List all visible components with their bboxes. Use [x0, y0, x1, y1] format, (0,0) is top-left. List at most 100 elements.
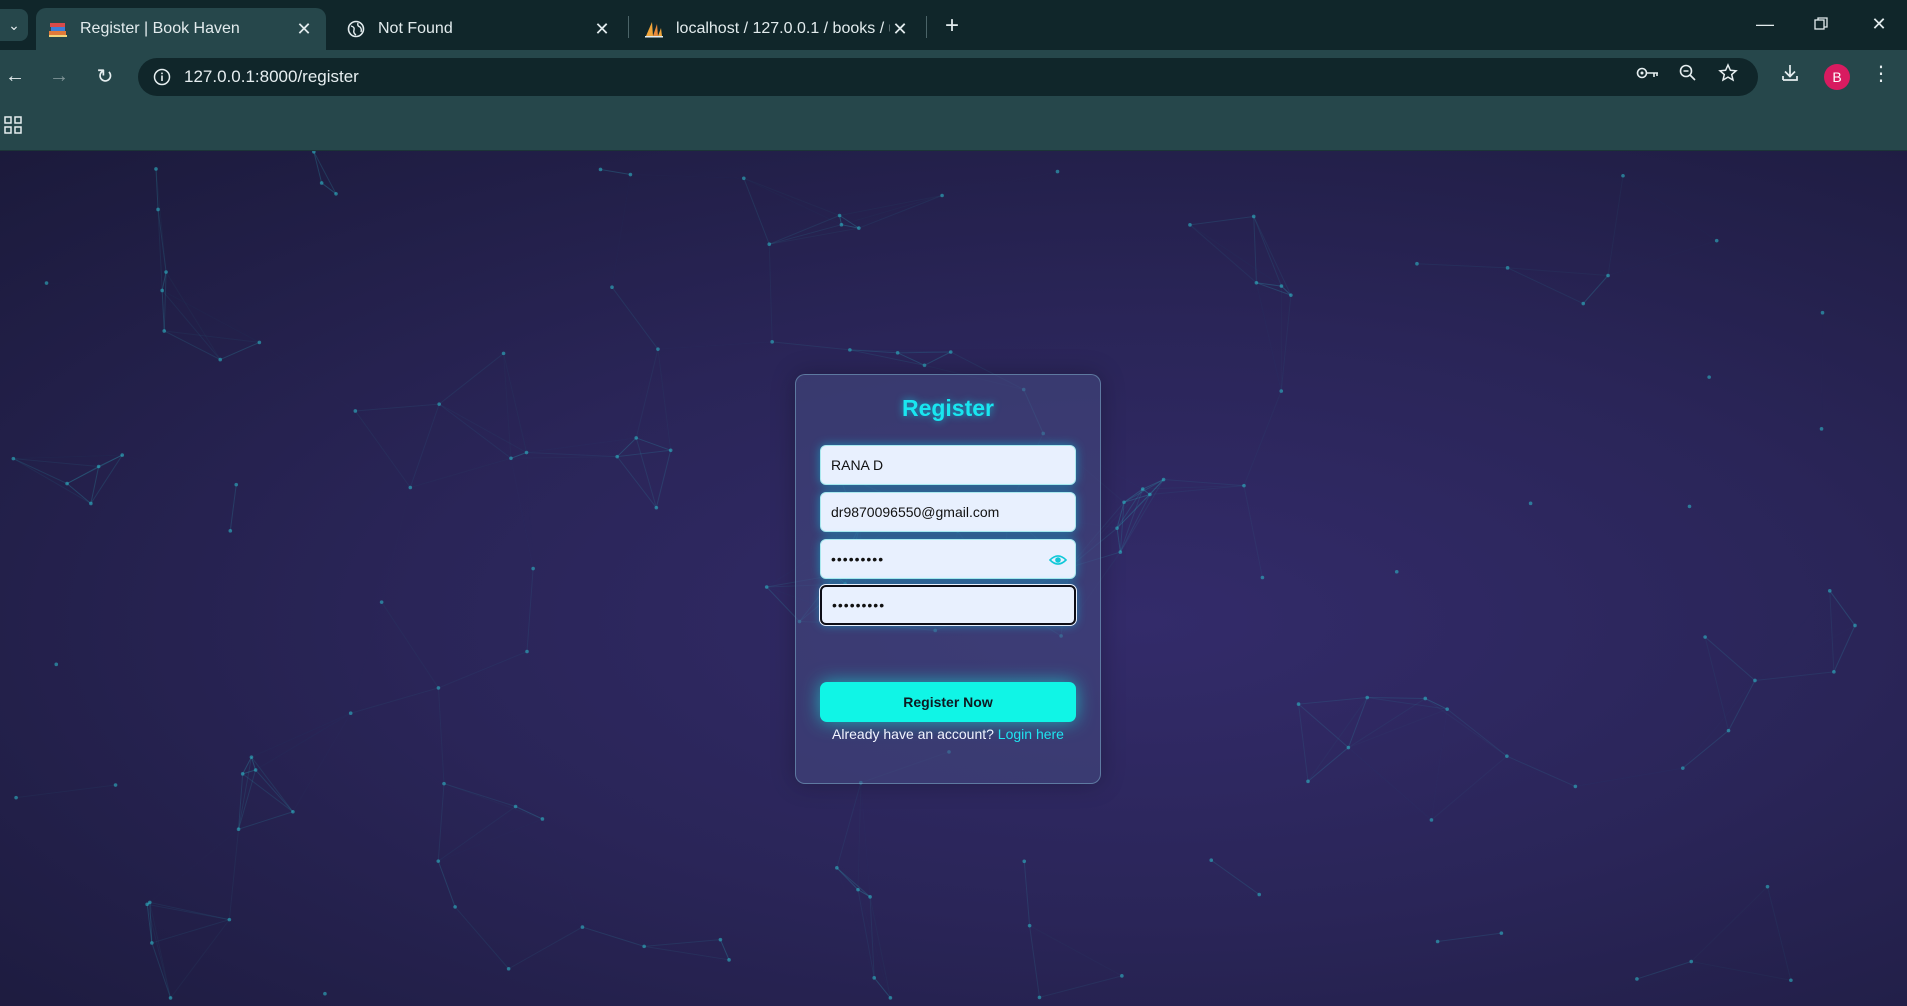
- email-input[interactable]: dr9870096550@gmail.com: [820, 492, 1076, 532]
- apps-grid-icon[interactable]: [4, 116, 22, 134]
- network-node: [96, 464, 101, 469]
- network-link: [582, 926, 645, 947]
- tab-search-button[interactable]: ⌄: [0, 9, 28, 41]
- register-now-button[interactable]: Register Now: [820, 682, 1076, 722]
- network-node: [1789, 978, 1793, 983]
- network-link: [162, 290, 259, 342]
- network-node: [764, 585, 769, 589]
- network-node: [767, 242, 772, 247]
- network-link: [170, 919, 230, 999]
- network-link: [768, 244, 773, 342]
- network-node: [1445, 707, 1450, 711]
- network-link: [1256, 283, 1281, 391]
- network-link: [1280, 295, 1292, 392]
- network-link: [1506, 755, 1576, 787]
- network-node: [1429, 818, 1434, 822]
- network-link: [351, 713, 444, 783]
- network-link: [409, 403, 440, 488]
- close-icon[interactable]: ✕: [592, 19, 612, 39]
- network-node: [162, 329, 167, 333]
- network-node: [506, 966, 511, 971]
- network-link: [146, 904, 172, 999]
- network-node: [727, 958, 731, 962]
- network-node: [436, 686, 441, 690]
- network-node: [1254, 280, 1259, 285]
- network-link: [839, 195, 943, 217]
- login-here-link[interactable]: Login here: [998, 726, 1064, 742]
- network-link: [255, 769, 294, 813]
- network-link: [630, 175, 743, 179]
- network-link: [242, 773, 294, 813]
- network-link: [161, 290, 221, 360]
- network-link: [437, 860, 456, 908]
- network-node: [1606, 273, 1610, 278]
- network-node: [1687, 504, 1692, 509]
- tab-not-found[interactable]: Not Found ✕: [334, 8, 624, 50]
- zoom-button[interactable]: [1673, 58, 1703, 88]
- network-link: [438, 352, 504, 405]
- network-link: [313, 151, 337, 195]
- network-node: [1037, 995, 1042, 1000]
- network-link: [510, 452, 527, 459]
- network-link: [1348, 708, 1448, 749]
- profile-avatar[interactable]: B: [1824, 64, 1850, 90]
- downloads-button[interactable]: [1775, 58, 1805, 88]
- restore-button[interactable]: [1798, 8, 1844, 40]
- network-link: [229, 484, 237, 531]
- star-icon: [1718, 63, 1738, 82]
- network-link: [1728, 680, 1756, 731]
- site-info-icon[interactable]: [150, 65, 174, 89]
- network-link: [1636, 961, 1692, 980]
- network-link: [1163, 479, 1245, 487]
- tab-phpmyadmin[interactable]: localhost / 127.0.0.1 / books / u ✕: [632, 8, 922, 50]
- network-node: [1148, 492, 1152, 497]
- password-key-button[interactable]: [1633, 58, 1663, 88]
- network-node: [628, 172, 633, 177]
- new-tab-button[interactable]: +: [938, 12, 966, 40]
- network-link: [1190, 225, 1281, 286]
- network-link: [438, 403, 512, 459]
- network-node: [1279, 389, 1284, 393]
- network-link: [1253, 216, 1257, 283]
- close-icon[interactable]: ✕: [890, 19, 910, 39]
- network-link: [438, 819, 542, 861]
- network-node: [848, 348, 852, 352]
- network-node: [1296, 702, 1301, 706]
- network-node: [436, 859, 441, 863]
- network-node: [1120, 974, 1124, 978]
- network-link: [616, 456, 657, 508]
- back-button[interactable]: ←: [0, 61, 30, 91]
- register-heading: Register: [901, 395, 995, 421]
- address-bar[interactable]: 127.0.0.1:8000/register: [138, 58, 1758, 96]
- network-node: [922, 363, 927, 368]
- network-node: [1279, 284, 1284, 288]
- close-window-button[interactable]: ✕: [1856, 8, 1902, 40]
- network-link: [1298, 704, 1309, 782]
- network-node: [940, 193, 944, 198]
- password-input[interactable]: •••••••••: [820, 539, 1076, 579]
- tab-title: Register | Book Haven: [80, 20, 240, 37]
- tab-register[interactable]: Register | Book Haven ✕: [36, 8, 326, 50]
- close-icon[interactable]: ✕: [294, 19, 314, 39]
- eye-icon[interactable]: [1049, 551, 1067, 569]
- network-link: [857, 782, 862, 890]
- browser-menu-button[interactable]: ⋮: [1866, 58, 1896, 88]
- forward-button[interactable]: →: [44, 61, 74, 91]
- bookmark-star-button[interactable]: [1713, 58, 1743, 88]
- confirm-password-input[interactable]: •••••••••: [820, 585, 1076, 625]
- minimize-button[interactable]: —: [1742, 8, 1788, 40]
- minimize-icon: —: [1756, 13, 1774, 34]
- network-node: [770, 340, 774, 344]
- network-link: [321, 182, 337, 195]
- network-node: [888, 996, 893, 1000]
- network-node: [1819, 427, 1824, 431]
- register-card: Register RANA D dr9870096550@gmail.com •…: [795, 374, 1101, 784]
- network-link: [1829, 590, 1835, 672]
- network-link: [455, 806, 515, 906]
- network-link: [13, 458, 92, 504]
- network-node: [857, 226, 861, 230]
- network-node: [253, 768, 258, 772]
- name-input[interactable]: RANA D: [820, 445, 1076, 485]
- reload-button[interactable]: ↻: [90, 61, 120, 91]
- network-link: [897, 351, 951, 354]
